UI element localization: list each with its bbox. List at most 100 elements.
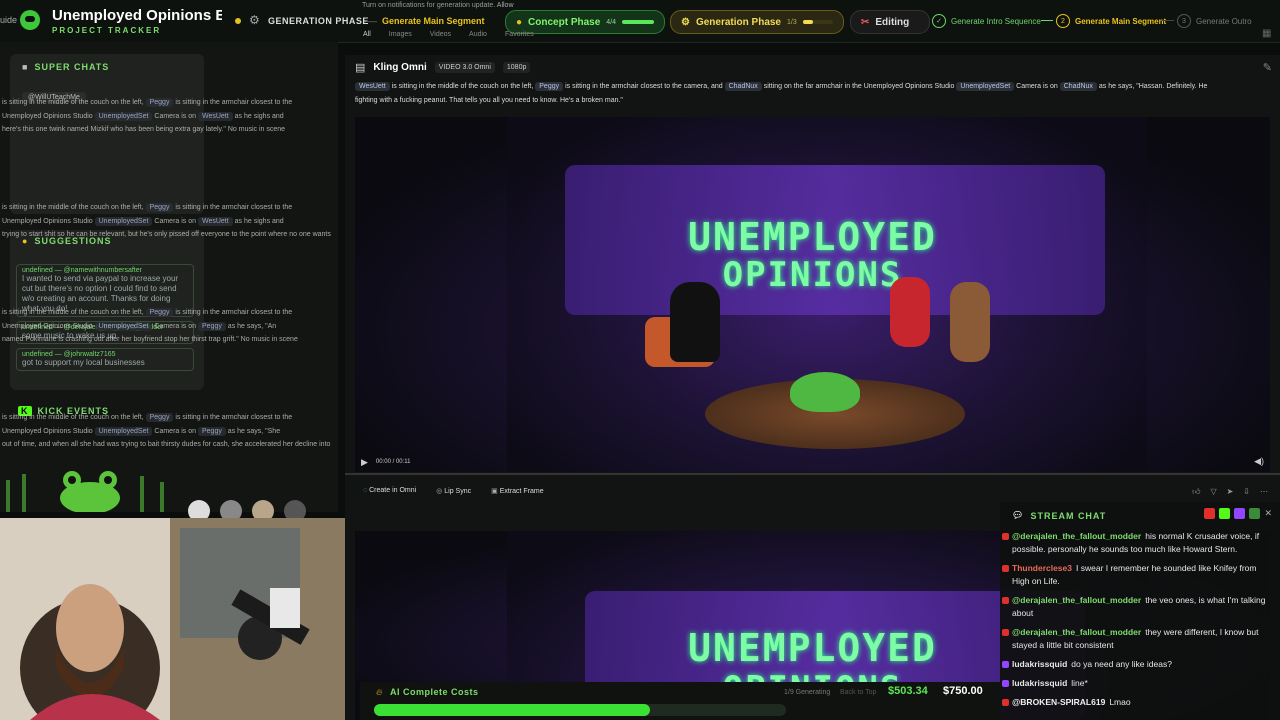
frog-logo-icon [20, 10, 40, 30]
super-chats-label: SUPER CHATS [34, 62, 110, 72]
thumbs-up-icon[interactable]: 👍︎ [1192, 487, 1200, 497]
phase-label: Concept Phase [528, 16, 601, 28]
create-in-omni-button[interactable]: ◌ Create in Omni [363, 487, 416, 495]
rumble-icon[interactable] [1249, 508, 1261, 519]
video-scrubber[interactable] [345, 473, 1280, 475]
phase-count: 1/3 [787, 18, 797, 26]
step-connector [1041, 20, 1053, 21]
prompt-row: Unemployed Opinions Studio UnemployedSet… [2, 427, 281, 436]
twitch-icon [1002, 680, 1009, 687]
stream-chat: 💬︎ STREAM CHAT ✕ @derajalen_the_fallout_… [1000, 502, 1280, 720]
prompt-row: Unemployed Opinions Studio UnemployedSet… [2, 322, 277, 331]
current-phase-label: GENERATION PHASE [268, 16, 369, 26]
eye-icon: ◎ [436, 488, 443, 495]
more-icon[interactable]: ⋯ [1260, 487, 1268, 497]
chat-message: @derajalen_the_fallout_modder they were d… [1000, 626, 1280, 652]
omni-icon: ◌ [363, 487, 368, 494]
filter-tabs: All Images Videos Audio Favorites [363, 31, 534, 38]
thumbs-down-icon[interactable]: ▽ [1210, 487, 1216, 497]
prompt-row: Unemployed Opinions Studio UnemployedSet… [2, 112, 284, 121]
status-dot [235, 18, 241, 24]
prompt-row: out of time, and when all she had was tr… [2, 441, 331, 448]
version-badge: VIDEO 3.0 Omni [434, 62, 495, 73]
prompt-row: is sitting in the middle of the couch on… [2, 308, 293, 317]
chat-bubble-icon: 💬︎ [1012, 510, 1025, 520]
resolution-badge: 1080p [502, 62, 531, 73]
tab-audio[interactable]: Audio [469, 31, 487, 38]
prompt-line-2: fighting with a fucking peanut. That tel… [355, 97, 623, 104]
step-label: Generate Main Segment [1075, 16, 1167, 26]
project-subtitle: PROJECT TRACKER [52, 26, 162, 35]
chat-header: 💬︎ STREAM CHAT [1012, 510, 1106, 521]
chat-message: ludakrissquid line* [1000, 677, 1280, 690]
phase-count: 4/4 [606, 18, 617, 26]
lip-sync-button[interactable]: ◎ Lip Sync [436, 487, 471, 495]
phase-progress [622, 20, 654, 24]
prompt-row: here's this one twink named Mizkif who h… [2, 126, 286, 133]
volume-icon[interactable]: ◀) [1254, 456, 1264, 467]
allow-link[interactable]: Allow [497, 2, 514, 9]
extract-frame-button[interactable]: ▣ Extract Frame [491, 487, 544, 495]
kick-icon[interactable] [1219, 508, 1231, 519]
phase-pill-generation[interactable]: ⚙ Generation Phase 1/3 [670, 10, 844, 34]
costs-budget: $750.00 [943, 685, 983, 697]
character-middle [890, 277, 930, 347]
video-feedback: 👍︎ ▽ ➤ ⇩ ⋯ [1192, 487, 1268, 497]
play-icon[interactable]: ▶ [361, 457, 368, 468]
gear-icon: ⚙ [249, 13, 260, 27]
phase-pill-editing[interactable]: ✂ Editing [850, 10, 930, 34]
phase-progress-fill [622, 20, 654, 24]
youtube-icon[interactable] [1204, 508, 1216, 519]
character-left [670, 282, 720, 362]
costs-spent: $503.34 [888, 685, 928, 697]
video-player[interactable]: UNEMPLOYED OPINIONS ▶ 00:00 / 00:11 ◀) [355, 117, 1270, 472]
prompt-line-1: WesUett is sitting in the middle of the … [355, 82, 1270, 91]
prompt-row: Unemployed Opinions Studio UnemployedSet… [2, 217, 284, 226]
step-outro[interactable]: 3 Generate Outro [1177, 14, 1252, 28]
guide-label: uide [0, 15, 18, 25]
tab-all[interactable]: All [363, 31, 371, 38]
video-time: 00:00 / 00:11 [375, 459, 411, 465]
tab-favorites[interactable]: Favorites [505, 31, 534, 38]
step-intro[interactable]: ✓ Generate Intro Sequence [932, 14, 1041, 28]
close-icon[interactable]: ✕ [1264, 508, 1272, 519]
video-controls: ▶ 00:00 / 00:11 [355, 452, 1270, 472]
step-number: 3 [1177, 14, 1191, 28]
back-to-top-link[interactable]: Back to Top [840, 689, 876, 696]
top-bar: uide Unemployed Opinions E... PROJECT TR… [0, 0, 1280, 43]
edit-icon[interactable]: ✎ [1263, 61, 1272, 74]
fire-icon: 🔥︎ [376, 687, 383, 697]
chat-message: ludakrissquid do ya need any like ideas? [1000, 658, 1280, 671]
super-chats-box [10, 54, 204, 214]
costs-label: AI Complete Costs [390, 687, 479, 697]
suggestion-user: undefined — @johnwaltz7165 [22, 351, 116, 358]
chat-title: STREAM CHAT [1030, 510, 1107, 521]
grid-icon[interactable]: ▦ [1262, 28, 1271, 39]
step-label: Generate Intro Sequence [951, 16, 1041, 26]
model-name: Kling Omni [373, 62, 427, 73]
gear-icon: ⚙ [681, 16, 690, 28]
suggestion-text: got to support my local businesses [22, 358, 145, 367]
chat-message: @BROKEN-SPIRAL619 Lmao [1000, 696, 1280, 709]
tab-images[interactable]: Images [389, 31, 412, 38]
suggestion-user: undefined — @namewithnumbersafter [22, 267, 142, 274]
costs-progress-bar [374, 704, 786, 716]
tag-chip: ChadNux [724, 82, 762, 91]
chat-messages: @derajalen_the_fallout_modder his normal … [1000, 530, 1280, 709]
twitch-icon[interactable] [1234, 508, 1246, 519]
download-icon[interactable]: ⇩ [1243, 487, 1250, 497]
chat-platforms: ✕ [1204, 508, 1272, 519]
youtube-icon [1002, 629, 1009, 636]
send-icon[interactable]: ➤ [1227, 487, 1234, 497]
generation-header: ▤ Kling Omni VIDEO 3.0 Omni 1080p [355, 61, 531, 74]
frog-statue [790, 372, 860, 412]
tab-videos[interactable]: Videos [430, 31, 451, 38]
project-title: Unemployed Opinions E... [52, 7, 222, 24]
frog-decoration [0, 450, 190, 512]
lightbulb-icon: ● [516, 16, 523, 28]
tag-chip: Peggy [535, 82, 564, 91]
suggestion-item[interactable]: undefined — @johnwaltz7165 got to suppor… [16, 348, 194, 371]
step-main[interactable]: 2 Generate Main Segment [1056, 14, 1166, 28]
tag-chip: UnemployedSet [956, 82, 1015, 91]
twitch-icon [1002, 661, 1009, 668]
